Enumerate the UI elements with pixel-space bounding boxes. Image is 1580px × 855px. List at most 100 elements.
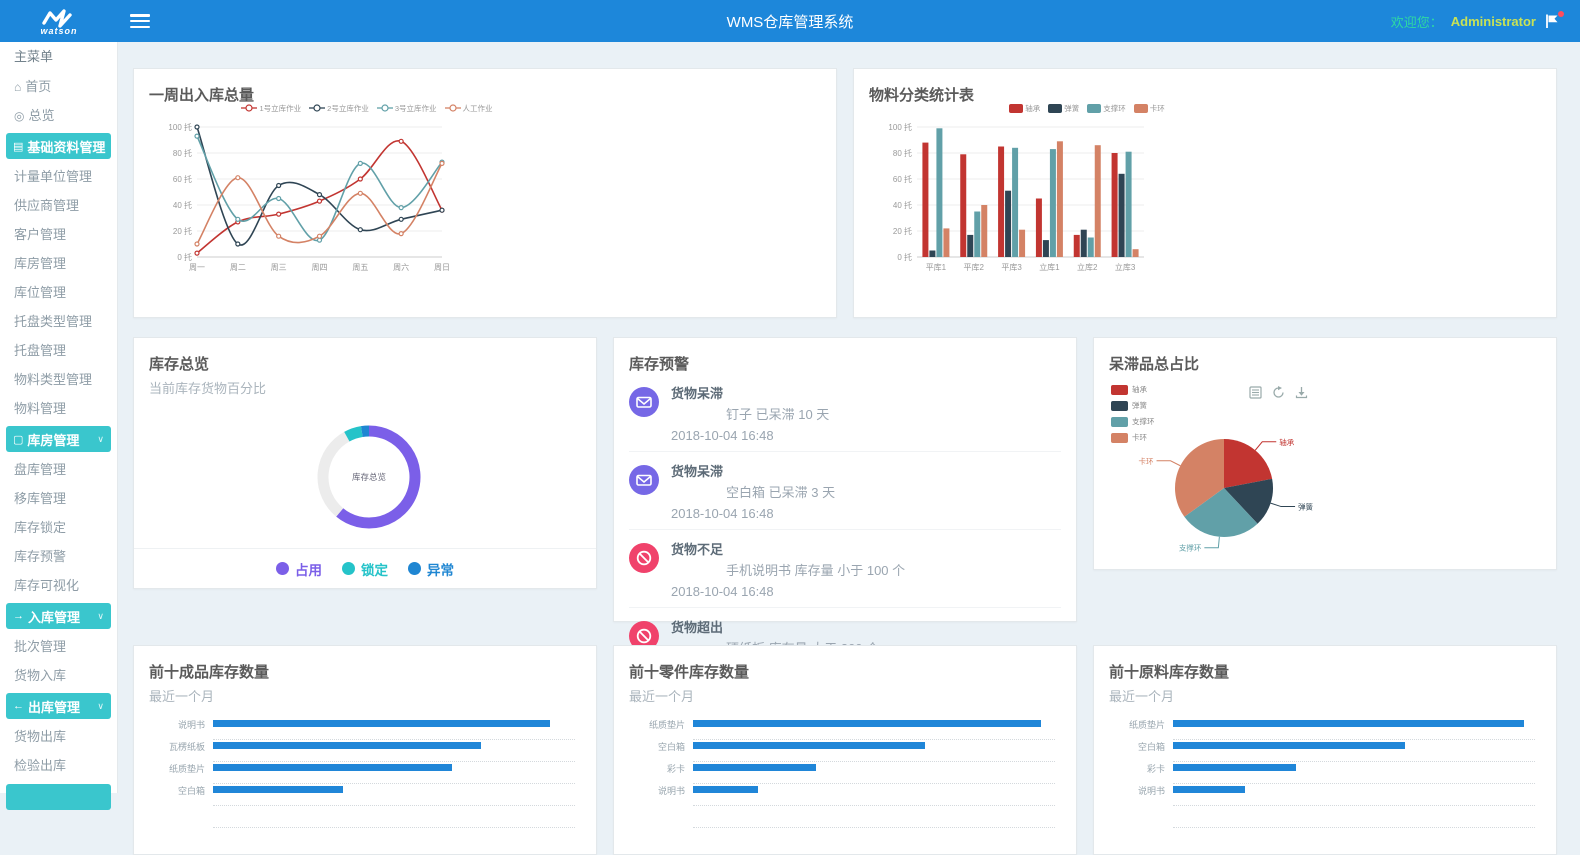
notification-flag-icon[interactable] bbox=[1544, 13, 1562, 29]
hbar-bar[interactable] bbox=[213, 742, 481, 749]
sidebar-item[interactable]: 批次管理 bbox=[0, 632, 117, 661]
sidebar-item-label: 库位管理 bbox=[14, 285, 66, 300]
alert-content: 钉子 已呆滞 10 天 bbox=[671, 404, 829, 423]
legend-item[interactable]: 3号立库作业 bbox=[377, 103, 437, 114]
legend-item[interactable]: 弹簧 bbox=[1048, 103, 1079, 114]
hbar-bar[interactable] bbox=[693, 742, 925, 749]
legend-item[interactable]: 轴承 bbox=[1111, 384, 1155, 395]
page-title: WMS仓库管理系统 bbox=[0, 11, 1580, 32]
sidebar-item[interactable]: 计量单位管理 bbox=[0, 162, 117, 191]
save-image-icon[interactable] bbox=[1295, 386, 1308, 399]
sidebar-item[interactable]: 货物出库 bbox=[0, 722, 117, 751]
sidebar-item[interactable]: 货物入库 bbox=[0, 661, 117, 690]
alert-body: 货物呆滞钉子 已呆滞 10 天2018-10-04 16:48 bbox=[671, 383, 829, 443]
hbar-track bbox=[693, 807, 1055, 828]
sidebar-item[interactable]: 供应商管理 bbox=[0, 191, 117, 220]
hbar-label: 瓦楞纸板 bbox=[155, 741, 213, 752]
sidebar-item-label: 库存可视化 bbox=[14, 578, 79, 593]
hbar-track bbox=[1173, 763, 1535, 784]
sidebar-item-label: 基础资料管理 bbox=[27, 137, 105, 156]
sidebar-item-label: 库房管理 bbox=[14, 256, 66, 271]
legend-label: 人工作业 bbox=[463, 103, 493, 114]
hbar-chart-finished: 说明书瓦楞纸板纸质垫片空白箱 bbox=[149, 719, 581, 829]
svg-text:库存总览: 库存总览 bbox=[352, 472, 386, 482]
sidebar-item-label: 批次管理 bbox=[14, 639, 66, 654]
sidebar-group-header[interactable]: ←出库管理∨ bbox=[6, 693, 111, 719]
svg-text:60 托: 60 托 bbox=[893, 174, 912, 184]
legend-dot bbox=[342, 562, 355, 575]
chevron-down-icon: ∨ bbox=[97, 434, 104, 445]
sidebar-item[interactable]: 盘库管理 bbox=[0, 455, 117, 484]
legend-item[interactable]: 弹簧 bbox=[1111, 400, 1155, 411]
sidebar-item-label: 库存预警 bbox=[14, 549, 66, 564]
legend-item[interactable]: 2号立库作业 bbox=[309, 103, 369, 114]
legend-swatch bbox=[1111, 417, 1128, 427]
sidebar-item[interactable]: 库存预警 bbox=[0, 542, 117, 571]
sidebar-item[interactable]: 库房管理 bbox=[0, 249, 117, 278]
card-weekly-io: 一周出入库总量 1号立库作业2号立库作业3号立库作业人工作业 0 托20 托40… bbox=[133, 68, 837, 318]
card-title: 库存预警 bbox=[629, 353, 1061, 374]
card-top-raw: 前十原料库存数量 最近一个月 纸质垫片空白箱彩卡说明书 bbox=[1093, 645, 1557, 855]
svg-text:80 托: 80 托 bbox=[893, 148, 912, 158]
legend-item[interactable]: 支撑环 bbox=[1111, 416, 1155, 427]
hbar-bar[interactable] bbox=[1173, 720, 1524, 727]
card-title: 呆滞品总占比 bbox=[1109, 353, 1541, 374]
legend-item[interactable]: 卡环 bbox=[1111, 432, 1155, 443]
sidebar-item[interactable]: 客户管理 bbox=[0, 220, 117, 249]
card-material-stats: 物料分类统计表 轴承弹簧支撑环卡环 0 托20 托40 托60 托80 托100… bbox=[853, 68, 1557, 318]
sidebar-item-label: 库存锁定 bbox=[14, 520, 66, 535]
legend-label: 轴承 bbox=[1025, 103, 1040, 114]
sidebar-item[interactable]: 库存可视化 bbox=[0, 571, 117, 600]
legend-label: 轴承 bbox=[1132, 384, 1147, 395]
sidebar-item[interactable]: 托盘管理 bbox=[0, 336, 117, 365]
hbar-bar[interactable] bbox=[693, 786, 758, 793]
sidebar-group-header[interactable]: →入库管理∨ bbox=[6, 603, 111, 629]
hbar-label: 纸质垫片 bbox=[1115, 719, 1173, 730]
hbar-chart-parts: 纸质垫片空白箱彩卡说明书 bbox=[629, 719, 1061, 829]
legend-item[interactable]: 锁定 bbox=[342, 559, 388, 579]
legend-item[interactable]: 人工作业 bbox=[445, 103, 493, 114]
alert-item: 货物不足手机说明书 库存量 小于 100 个2018-10-04 16:48 bbox=[629, 530, 1061, 608]
alert-title: 货物呆滞 bbox=[671, 461, 835, 480]
hbar-bar[interactable] bbox=[1173, 786, 1245, 793]
legend-item[interactable]: 1号立库作业 bbox=[241, 103, 301, 114]
data-view-icon[interactable] bbox=[1249, 386, 1262, 399]
sidebar-item[interactable]: 检验出库 bbox=[0, 751, 117, 780]
legend-item[interactable]: 轴承 bbox=[1009, 103, 1040, 114]
hbar-bar[interactable] bbox=[1173, 742, 1405, 749]
sidebar-item-label: 货物入库 bbox=[14, 668, 66, 683]
sidebar-item[interactable]: ◎总览 bbox=[0, 101, 117, 130]
card-title: 前十原料库存数量 bbox=[1109, 661, 1541, 682]
svg-text:周六: 周六 bbox=[393, 262, 409, 272]
legend-item[interactable]: 异常 bbox=[408, 559, 454, 579]
sidebar-item[interactable]: 托盘类型管理 bbox=[0, 307, 117, 336]
hbar-row-empty bbox=[1115, 807, 1541, 829]
restore-icon[interactable] bbox=[1272, 386, 1285, 399]
hbar-bar[interactable] bbox=[213, 786, 343, 793]
svg-text:40 托: 40 托 bbox=[173, 200, 192, 210]
hbar-bar[interactable] bbox=[1173, 764, 1296, 771]
hbar-bar[interactable] bbox=[693, 764, 816, 771]
svg-text:支撑环: 支撑环 bbox=[1179, 543, 1202, 553]
legend-swatch bbox=[1111, 385, 1128, 395]
sidebar-item-active[interactable]: ▤基础资料管理 bbox=[6, 133, 111, 159]
alert-title: 货物呆滞 bbox=[671, 383, 829, 402]
legend-item[interactable]: 占用 bbox=[276, 559, 322, 579]
svg-text:周一: 周一 bbox=[189, 263, 205, 272]
sidebar-item[interactable]: ⌂首页 bbox=[0, 72, 117, 101]
sidebar-group-header[interactable]: ▢库房管理∨ bbox=[6, 426, 111, 452]
username[interactable]: Administrator bbox=[1451, 14, 1536, 29]
sidebar-item[interactable]: 库存锁定 bbox=[0, 513, 117, 542]
legend-item[interactable]: 支撑环 bbox=[1087, 103, 1126, 114]
chart-toolbox bbox=[1249, 386, 1308, 399]
hbar-chart-raw: 纸质垫片空白箱彩卡说明书 bbox=[1109, 719, 1541, 829]
hbar-bar[interactable] bbox=[213, 720, 550, 727]
svg-text:平库2: 平库2 bbox=[964, 262, 985, 272]
legend-item[interactable]: 卡环 bbox=[1134, 103, 1165, 114]
sidebar-item[interactable]: 库位管理 bbox=[0, 278, 117, 307]
hbar-bar[interactable] bbox=[693, 720, 1041, 727]
hbar-bar[interactable] bbox=[213, 764, 452, 771]
sidebar-item[interactable]: 物料类型管理 bbox=[0, 365, 117, 394]
sidebar-item[interactable]: 移库管理 bbox=[0, 484, 117, 513]
sidebar-item[interactable]: 物料管理 bbox=[0, 394, 117, 423]
